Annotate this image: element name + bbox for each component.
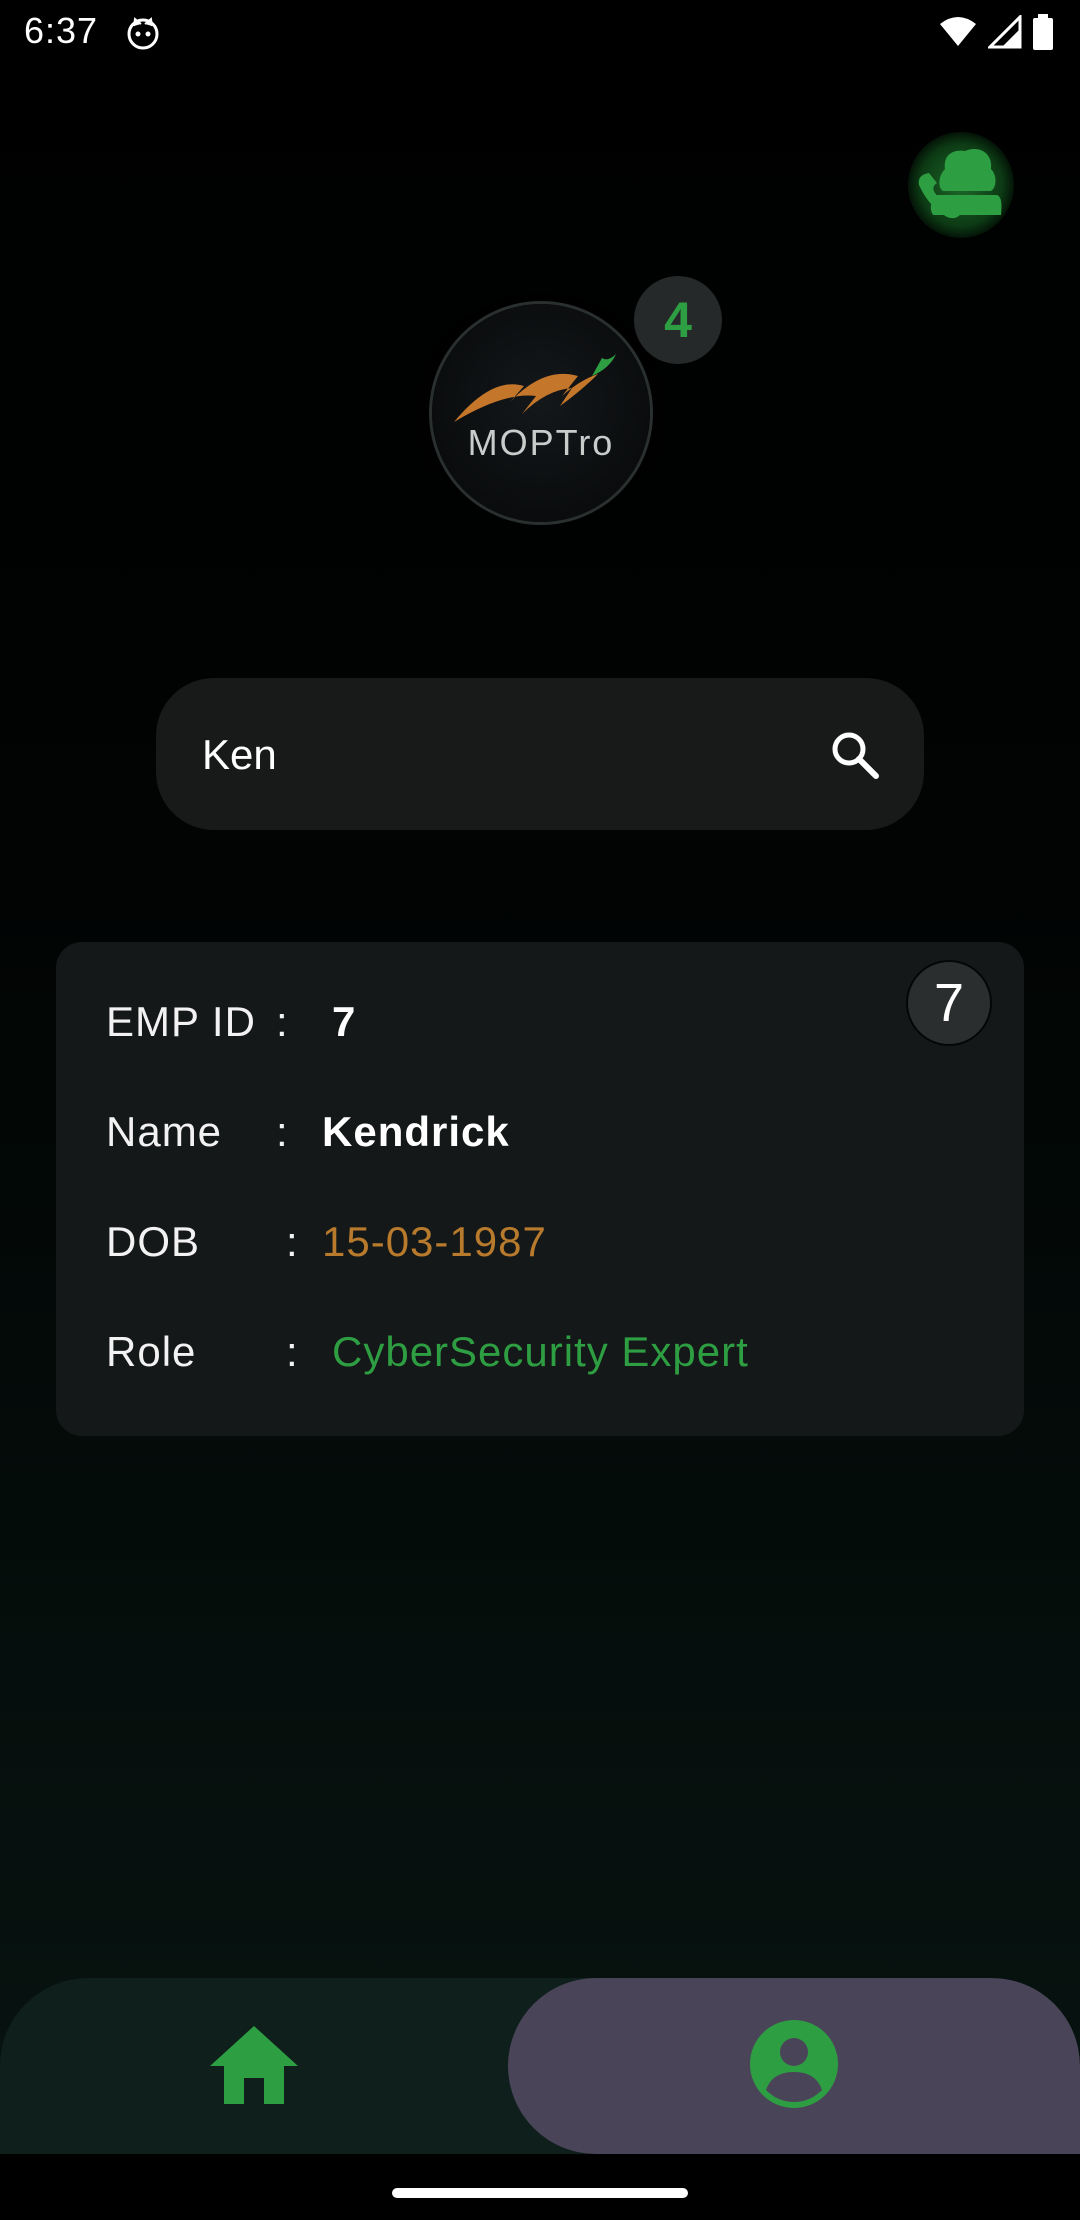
search-icon[interactable] [830, 730, 880, 785]
dob-label: DOB [106, 1218, 201, 1265]
search-input[interactable] [200, 718, 764, 792]
notification-cat-icon [126, 16, 160, 55]
account-circle-icon [748, 2018, 840, 2115]
wifi-icon [938, 16, 978, 53]
status-bar: 6:37 [0, 0, 1080, 66]
bottom-navigation [0, 1978, 1080, 2154]
employee-card[interactable]: 7 EMP ID : 7 Name : Kendrick DOB : 15-03… [56, 942, 1024, 1436]
home-icon [208, 2024, 300, 2109]
emp-id-label: EMP ID [106, 998, 256, 1045]
gesture-navigation-bar [0, 2154, 1080, 2220]
separator: : [286, 1218, 298, 1265]
home-gesture-handle[interactable] [392, 2188, 688, 2198]
emp-id-value: 7 [332, 998, 357, 1045]
dob-value: 15-03-1987 [322, 1218, 547, 1265]
logo-text: MOPTro [467, 422, 615, 463]
support-agent-icon [913, 145, 1009, 226]
cell-signal-icon [986, 13, 1022, 54]
status-time: 6:37 [24, 10, 99, 51]
support-agent-button[interactable] [908, 132, 1014, 238]
emp-id-row: EMP ID : 7 [106, 992, 356, 1052]
role-value: CyberSecurity Expert [332, 1328, 749, 1375]
separator: : [286, 1328, 298, 1375]
name-value: Kendrick [322, 1108, 510, 1155]
search-bar [156, 678, 924, 830]
separator: : [276, 998, 288, 1045]
name-row: Name : Kendrick [106, 1102, 510, 1162]
company-logo: MOPTro [432, 304, 650, 522]
separator: : [276, 1108, 288, 1155]
notification-count-badge: 4 [634, 276, 722, 364]
role-label: Role [106, 1328, 197, 1375]
dob-row: DOB : 15-03-1987 [106, 1212, 547, 1272]
role-row: Role : CyberSecurity Expert [106, 1322, 749, 1382]
nav-home-button[interactable] [0, 1978, 508, 2154]
name-label: Name [106, 1108, 223, 1155]
battery-icon [1032, 14, 1054, 55]
nav-profile-button[interactable] [508, 1978, 1080, 2154]
employee-number-badge: 7 [906, 960, 992, 1046]
